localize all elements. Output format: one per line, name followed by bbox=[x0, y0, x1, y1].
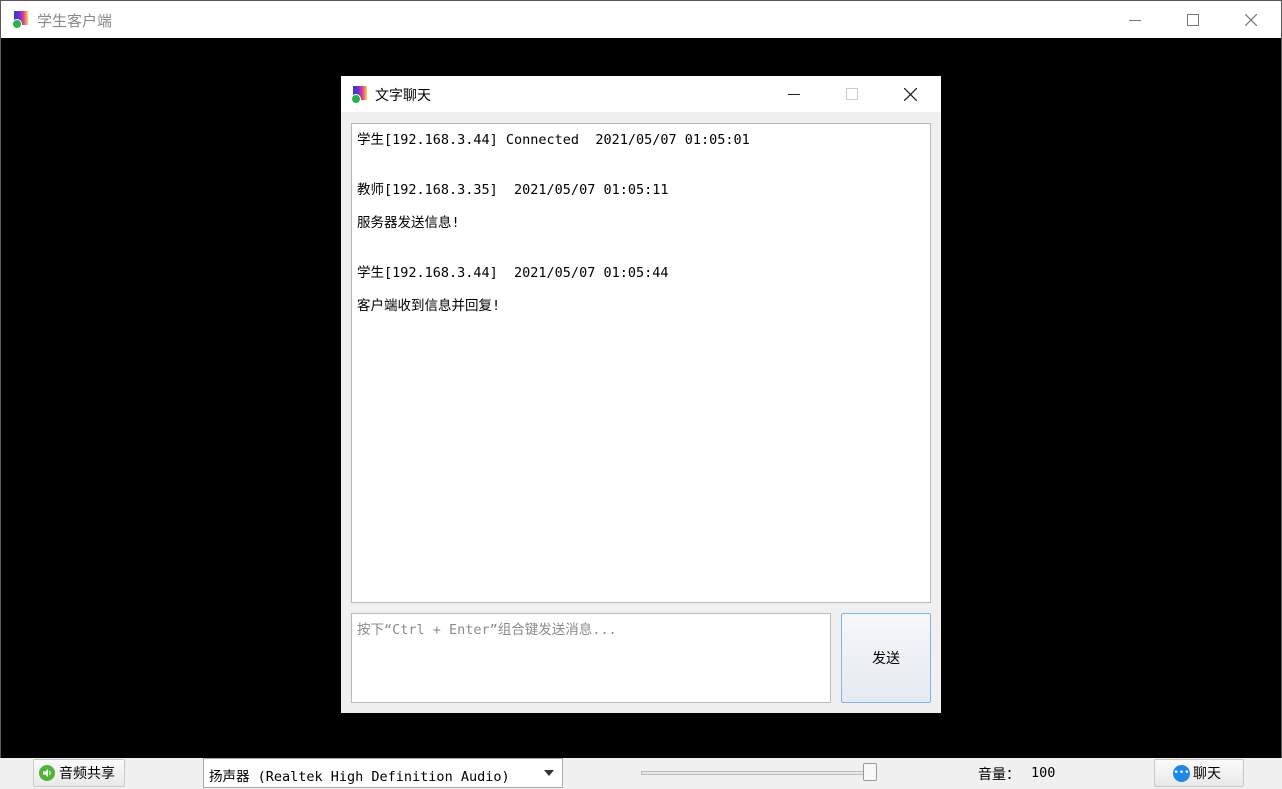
window-titlebar: 学生客户端 bbox=[1, 1, 1281, 38]
speaker-icon bbox=[39, 765, 55, 781]
message-input[interactable]: 按下“Ctrl + Enter”组合键发送消息... bbox=[351, 613, 831, 703]
message-body: 服务器发送信息! bbox=[357, 215, 460, 231]
message-history[interactable]: 学生[192.168.3.44] Connected 2021/05/07 01… bbox=[351, 123, 931, 603]
maximize-button[interactable] bbox=[1164, 1, 1222, 38]
close-icon bbox=[903, 87, 917, 101]
message-body: 客户端收到信息并回复! bbox=[357, 298, 501, 314]
chat-dialog-title: 文字聊天 bbox=[375, 88, 431, 104]
chat-app-icon bbox=[351, 86, 369, 104]
maximize-icon bbox=[846, 88, 858, 100]
message-header: 学生[192.168.3.44] Connected 2021/05/07 01… bbox=[357, 132, 750, 148]
close-button[interactable] bbox=[1222, 1, 1280, 38]
maximize-icon bbox=[1187, 13, 1199, 26]
chat-maximize-button bbox=[823, 76, 881, 112]
minimize-icon bbox=[788, 94, 800, 95]
bottom-toolbar: 音频共享 扬声器 (Realtek High Definition Audio)… bbox=[0, 758, 1282, 789]
audio-device-value: 扬声器 (Realtek High Definition Audio) bbox=[209, 769, 510, 785]
minimize-button[interactable] bbox=[1106, 1, 1164, 38]
app-icon bbox=[12, 11, 30, 29]
audio-share-button[interactable]: 音频共享 bbox=[33, 759, 125, 787]
chat-dialog-titlebar: 文字聊天 bbox=[341, 76, 941, 112]
window-title: 学生客户端 bbox=[37, 12, 113, 30]
audio-device-select[interactable]: 扬声器 (Realtek High Definition Audio) bbox=[203, 758, 563, 788]
chat-dialog: 文字聊天 学生[192.168.3.44] Connected 2021/05/… bbox=[341, 76, 941, 713]
message-header: 学生[192.168.3.44] 2021/05/07 01:05:44 bbox=[357, 265, 669, 281]
close-icon bbox=[1245, 13, 1257, 26]
volume-slider-handle[interactable] bbox=[863, 763, 877, 781]
message-header: 教师[192.168.3.35] 2021/05/07 01:05:11 bbox=[357, 182, 669, 198]
minimize-icon bbox=[1129, 19, 1141, 21]
chat-button-label: 聊天 bbox=[1193, 766, 1221, 782]
chevron-down-icon bbox=[544, 770, 554, 776]
chat-bubble-icon: ••• bbox=[1173, 764, 1190, 782]
volume-slider[interactable] bbox=[641, 771, 877, 775]
chat-minimize-button[interactable] bbox=[765, 76, 823, 112]
chat-button[interactable]: ••• 聊天 bbox=[1154, 759, 1244, 787]
volume-value: 100 bbox=[1031, 765, 1056, 781]
chat-close-button[interactable] bbox=[881, 76, 939, 112]
audio-share-label: 音频共享 bbox=[59, 766, 115, 782]
volume-label: 音量： bbox=[978, 767, 1020, 783]
send-button[interactable]: 发送 bbox=[841, 613, 931, 703]
